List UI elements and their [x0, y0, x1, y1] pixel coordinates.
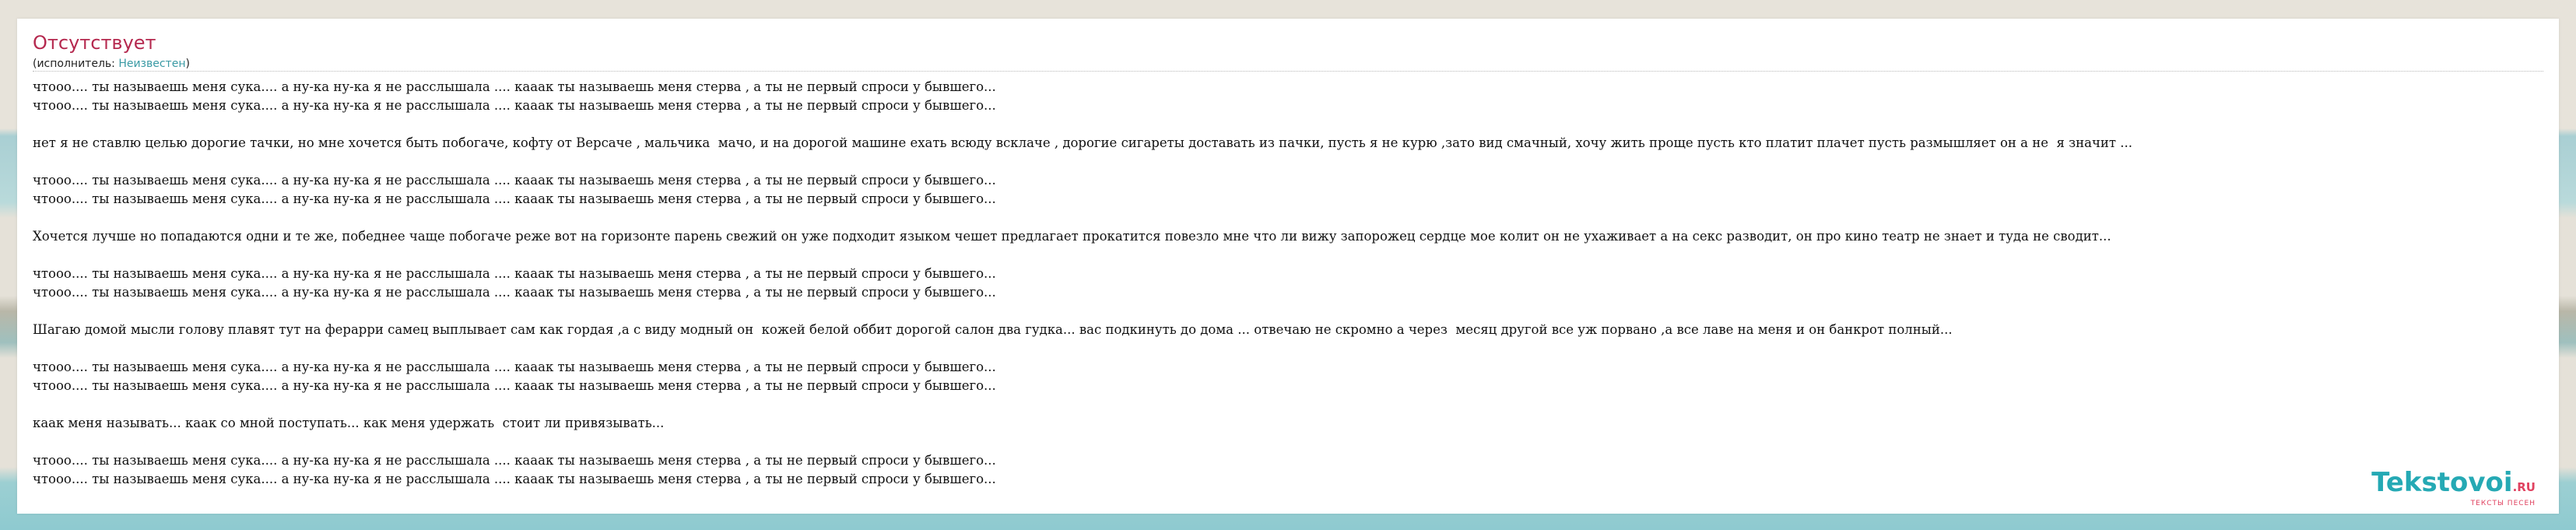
- bridge-stanza: кaак меня называть... кaак со мной посту…: [33, 414, 2559, 433]
- lyric-line: чтооо.... ты называешь меня сука.... а н…: [33, 191, 996, 206]
- lyric-line: чтооо.... ты называешь меня сука.... а н…: [33, 173, 996, 188]
- chorus-stanza: чтооо.... ты называешь меня сука.... а н…: [33, 451, 2559, 489]
- chorus-stanza: чтооо.... ты называешь меня сука.... а н…: [33, 358, 2559, 395]
- lyrics-text: чтооо.... ты называешь меня сука.... а н…: [33, 78, 2559, 507]
- lyric-line: чтооо.... ты называешь меня сука.... а н…: [33, 285, 996, 300]
- lyric-line: Хочется лучше но попадаются одни и те же…: [33, 229, 2111, 244]
- lyric-line: кaак меня называть... кaак со мной посту…: [33, 416, 665, 430]
- logo-tld: .RU: [2512, 480, 2536, 494]
- lyric-line: нет я не ставлю целью дорогие тачки, но …: [33, 135, 2132, 150]
- lyric-line: чтооо.... ты называешь меня сука.... а н…: [33, 266, 996, 281]
- lyric-line: чтооо.... ты называешь меня сука.... а н…: [33, 360, 996, 374]
- logo-name: Tekstovoi: [2371, 467, 2513, 498]
- artist-line: (исполнитель: Неизвестен): [33, 57, 190, 71]
- artist-link[interactable]: Неизвестен: [118, 58, 185, 70]
- verse-stanza: Шагаю домой мысли голову плавят тут на ф…: [33, 321, 2559, 339]
- chorus-stanza: чтооо.... ты называешь меня сука.... а н…: [33, 171, 2559, 209]
- artist-prefix: (исполнитель:: [33, 58, 119, 70]
- logo-wordmark: Tekstovoi.RU: [2371, 469, 2536, 501]
- chorus-stanza: чтооо.... ты называешь меня сука.... а н…: [33, 265, 2559, 302]
- chorus-stanza: чтооо.... ты называешь меня сука.... а н…: [33, 78, 2559, 115]
- lyric-line: чтооо.... ты называешь меня сука.... а н…: [33, 378, 996, 393]
- lyric-line: чтооо.... ты называешь меня сука.... а н…: [33, 79, 996, 94]
- lyric-line: чтооо.... ты называешь меня сука.... а н…: [33, 472, 996, 486]
- verse-stanza: Хочется лучше но попадаются одни и те же…: [33, 227, 2559, 246]
- lyric-line: чтооо.... ты называешь меня сука.... а н…: [33, 98, 996, 113]
- title-divider: [33, 71, 2543, 72]
- song-title: Отсутствует: [33, 32, 156, 54]
- lyric-line: чтооо.... ты называешь меня сука.... а н…: [33, 453, 996, 468]
- lyric-line: Шагаю домой мысли голову плавят тут на ф…: [33, 322, 1953, 337]
- artist-suffix: ): [185, 58, 190, 70]
- lyrics-page: Отсутствует (исполнитель: Неизвестен) чт…: [17, 19, 2559, 514]
- site-logo[interactable]: Tekstovoi.RU ТЕКСТЫ ПЕСЕН: [2371, 469, 2536, 507]
- verse-stanza: нет я не ставлю целью дорогие тачки, но …: [33, 134, 2559, 153]
